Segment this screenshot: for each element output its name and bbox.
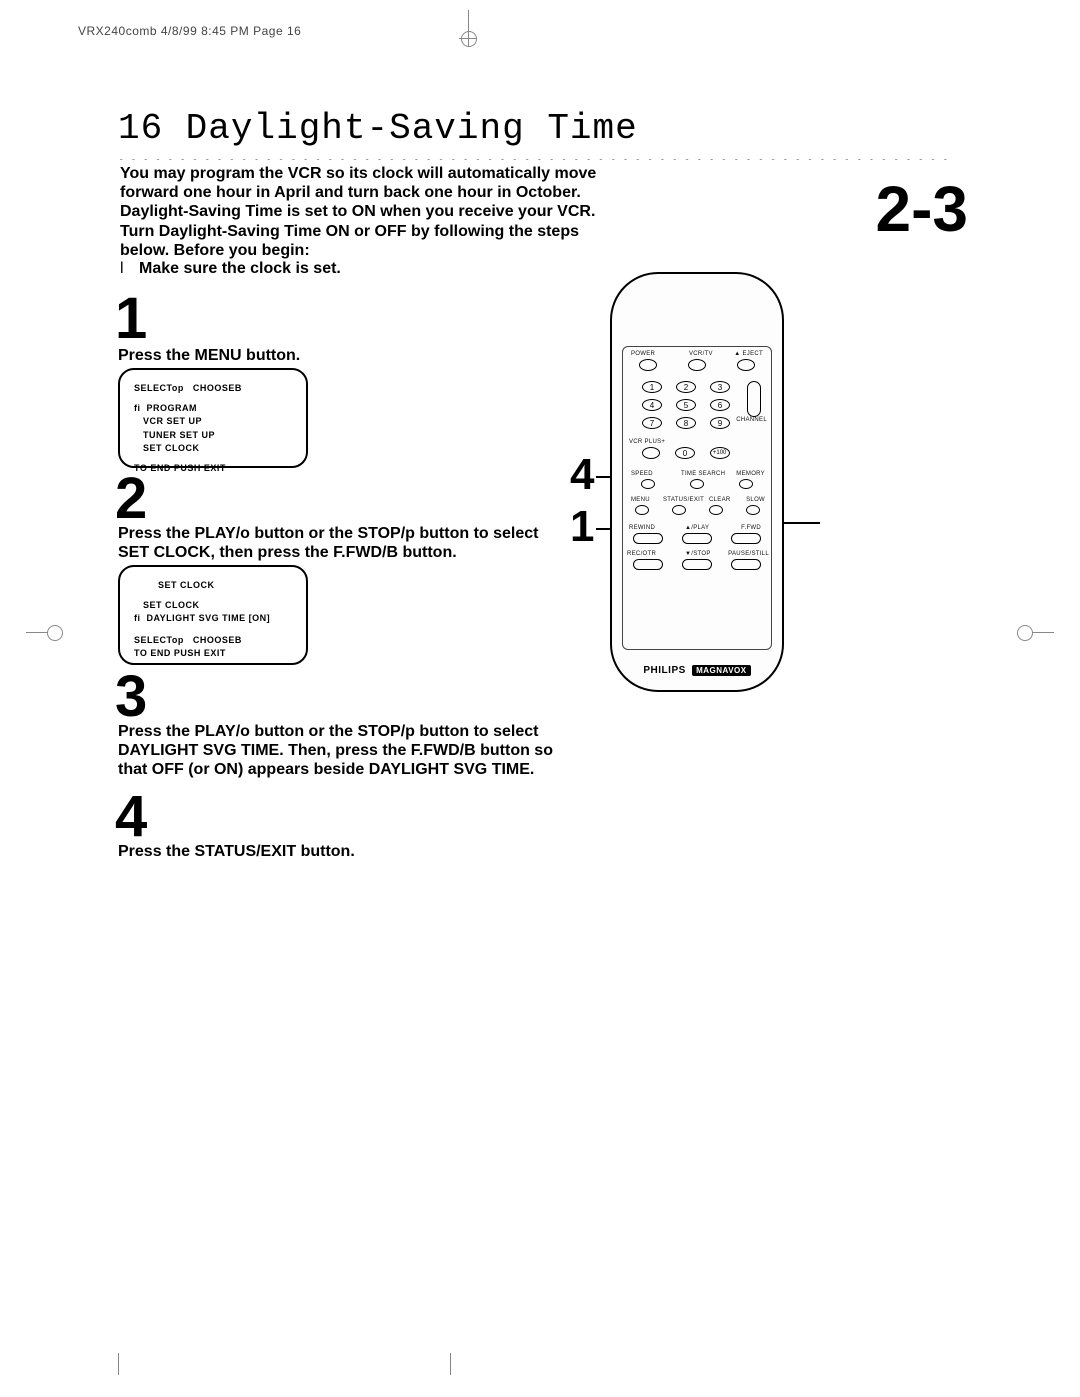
label-pause: PAUSE/STILL xyxy=(728,551,769,557)
step-4-text: Press the STATUS/EXIT button. xyxy=(118,842,558,861)
num-3[interactable]: 3 xyxy=(710,381,730,393)
remote-brand: PHILIPS MAGNAVOX xyxy=(612,665,782,676)
bullet-text: Make sure the clock is set. xyxy=(139,260,341,277)
rewind-button[interactable] xyxy=(633,533,663,544)
osd1-line2: fi PROGRAM xyxy=(134,402,292,416)
pause-button[interactable] xyxy=(731,559,761,570)
timesearch-button[interactable] xyxy=(690,479,704,489)
osd2-line5: TO END PUSH EXIT xyxy=(134,647,292,661)
intro-paragraph: You may program the VCR so its clock wil… xyxy=(120,164,600,260)
callout-right-line xyxy=(780,522,820,524)
osd2-line1: SET CLOCK xyxy=(134,579,292,593)
vcrplus-button[interactable] xyxy=(642,447,660,459)
osd1-line5: SET CLOCK xyxy=(134,442,292,456)
label-memory: MEMORY xyxy=(736,471,765,477)
num-0[interactable]: 0 xyxy=(675,447,695,459)
osd2-line2: SET CLOCK xyxy=(134,599,292,613)
step-3-number: 3 xyxy=(115,668,147,726)
label-power: POWER xyxy=(631,351,655,357)
step-4-number: 4 xyxy=(115,788,147,846)
num-7[interactable]: 7 xyxy=(642,417,662,429)
eject-button[interactable] xyxy=(737,359,755,371)
osd-screen-1: SELECTop CHOOSEB fi PROGRAM VCR SET UP T… xyxy=(118,368,308,468)
callout-1: 1 xyxy=(570,502,594,552)
label-ffwd: F.FWD xyxy=(741,525,761,531)
label-status: STATUS/EXIT xyxy=(663,497,704,503)
label-rewind: REWIND xyxy=(629,525,655,531)
label-timesearch: TIME SEARCH xyxy=(681,471,725,477)
step-range-label: 2-3 xyxy=(876,172,969,246)
channel-rocker[interactable] xyxy=(747,381,761,417)
label-rec: REC/OTR xyxy=(627,551,656,557)
clear-button[interactable] xyxy=(709,505,723,515)
memory-button[interactable] xyxy=(739,479,753,489)
title-row: 16 Daylight-Saving Time xyxy=(118,108,948,149)
ffwd-button[interactable] xyxy=(731,533,761,544)
page-number: 16 xyxy=(118,108,163,149)
prereq-bullet: l Make sure the clock is set. xyxy=(120,260,341,278)
num-6[interactable]: 6 xyxy=(710,399,730,411)
label-speed: SPEED xyxy=(631,471,653,477)
crop-tick-bottom-right xyxy=(450,1353,451,1375)
osd1-line1: SELECTop CHOOSEB xyxy=(134,382,292,396)
label-play: ▲/PLAY xyxy=(685,525,709,531)
label-slow: SLOW xyxy=(746,497,765,503)
print-header: VRX240comb 4/8/99 8:45 PM Page 16 xyxy=(78,24,301,38)
vcrtv-button[interactable] xyxy=(688,359,706,371)
step-1-text: Press the MENU button. xyxy=(118,346,558,365)
crop-tick-bottom-left xyxy=(118,1353,119,1375)
callout-4: 4 xyxy=(570,450,594,500)
remote-panel: POWER VCR/TV ▲ EJECT 1 2 3 4 5 6 7 8 xyxy=(622,346,772,650)
step-1-number: 1 xyxy=(115,290,147,348)
label-menu: MENU xyxy=(631,497,650,503)
rec-button[interactable] xyxy=(633,559,663,570)
step-2-text: Press the PLAY/o button or the STOP/p bu… xyxy=(118,524,558,562)
label-eject: ▲ EJECT xyxy=(734,351,763,357)
step-3-text: Press the PLAY/o button or the STOP/p bu… xyxy=(118,722,558,780)
step-2-number: 2 xyxy=(115,470,147,528)
status-exit-button[interactable] xyxy=(672,505,686,515)
osd2-line3: fi DAYLIGHT SVG TIME [ON] xyxy=(134,612,292,626)
bullet-icon: l xyxy=(120,260,125,278)
manual-page: VRX240comb 4/8/99 8:45 PM Page 16 16 Day… xyxy=(0,0,1080,1397)
dotted-rule: ••••••••••••••••••••••••••••••••••••••••… xyxy=(118,152,953,160)
num-5[interactable]: 5 xyxy=(676,399,696,411)
label-channel: CHANNEL xyxy=(736,417,767,423)
label-stop: ▼/STOP xyxy=(685,551,711,557)
osd1-line4: TUNER SET UP xyxy=(134,429,292,443)
brand-magnavox: MAGNAVOX xyxy=(692,665,751,676)
label-vcrplus: VCR PLUS+ xyxy=(629,439,665,445)
slow-button[interactable] xyxy=(746,505,760,515)
osd-screen-2: SET CLOCK SET CLOCK fi DAYLIGHT SVG TIME… xyxy=(118,565,308,665)
brand-philips: PHILIPS xyxy=(643,665,685,676)
num-2[interactable]: 2 xyxy=(676,381,696,393)
play-button[interactable] xyxy=(682,533,712,544)
label-clear: CLEAR xyxy=(709,497,731,503)
num-8[interactable]: 8 xyxy=(676,417,696,429)
num-4[interactable]: 4 xyxy=(642,399,662,411)
page-title: Daylight-Saving Time xyxy=(186,108,638,149)
num-9[interactable]: 9 xyxy=(710,417,730,429)
menu-button[interactable] xyxy=(635,505,649,515)
osd1-line3: VCR SET UP xyxy=(134,415,292,429)
power-button[interactable] xyxy=(639,359,657,371)
num-1[interactable]: 1 xyxy=(642,381,662,393)
stop-button[interactable] xyxy=(682,559,712,570)
speed-button[interactable] xyxy=(641,479,655,489)
osd1-line6: TO END PUSH EXIT xyxy=(134,462,292,476)
osd2-line4: SELECTop CHOOSEB xyxy=(134,634,292,648)
num-100[interactable]: +100 xyxy=(710,447,730,459)
label-vcrtv: VCR/TV xyxy=(689,351,713,357)
remote-illustration: POWER VCR/TV ▲ EJECT 1 2 3 4 5 6 7 8 xyxy=(610,272,784,692)
